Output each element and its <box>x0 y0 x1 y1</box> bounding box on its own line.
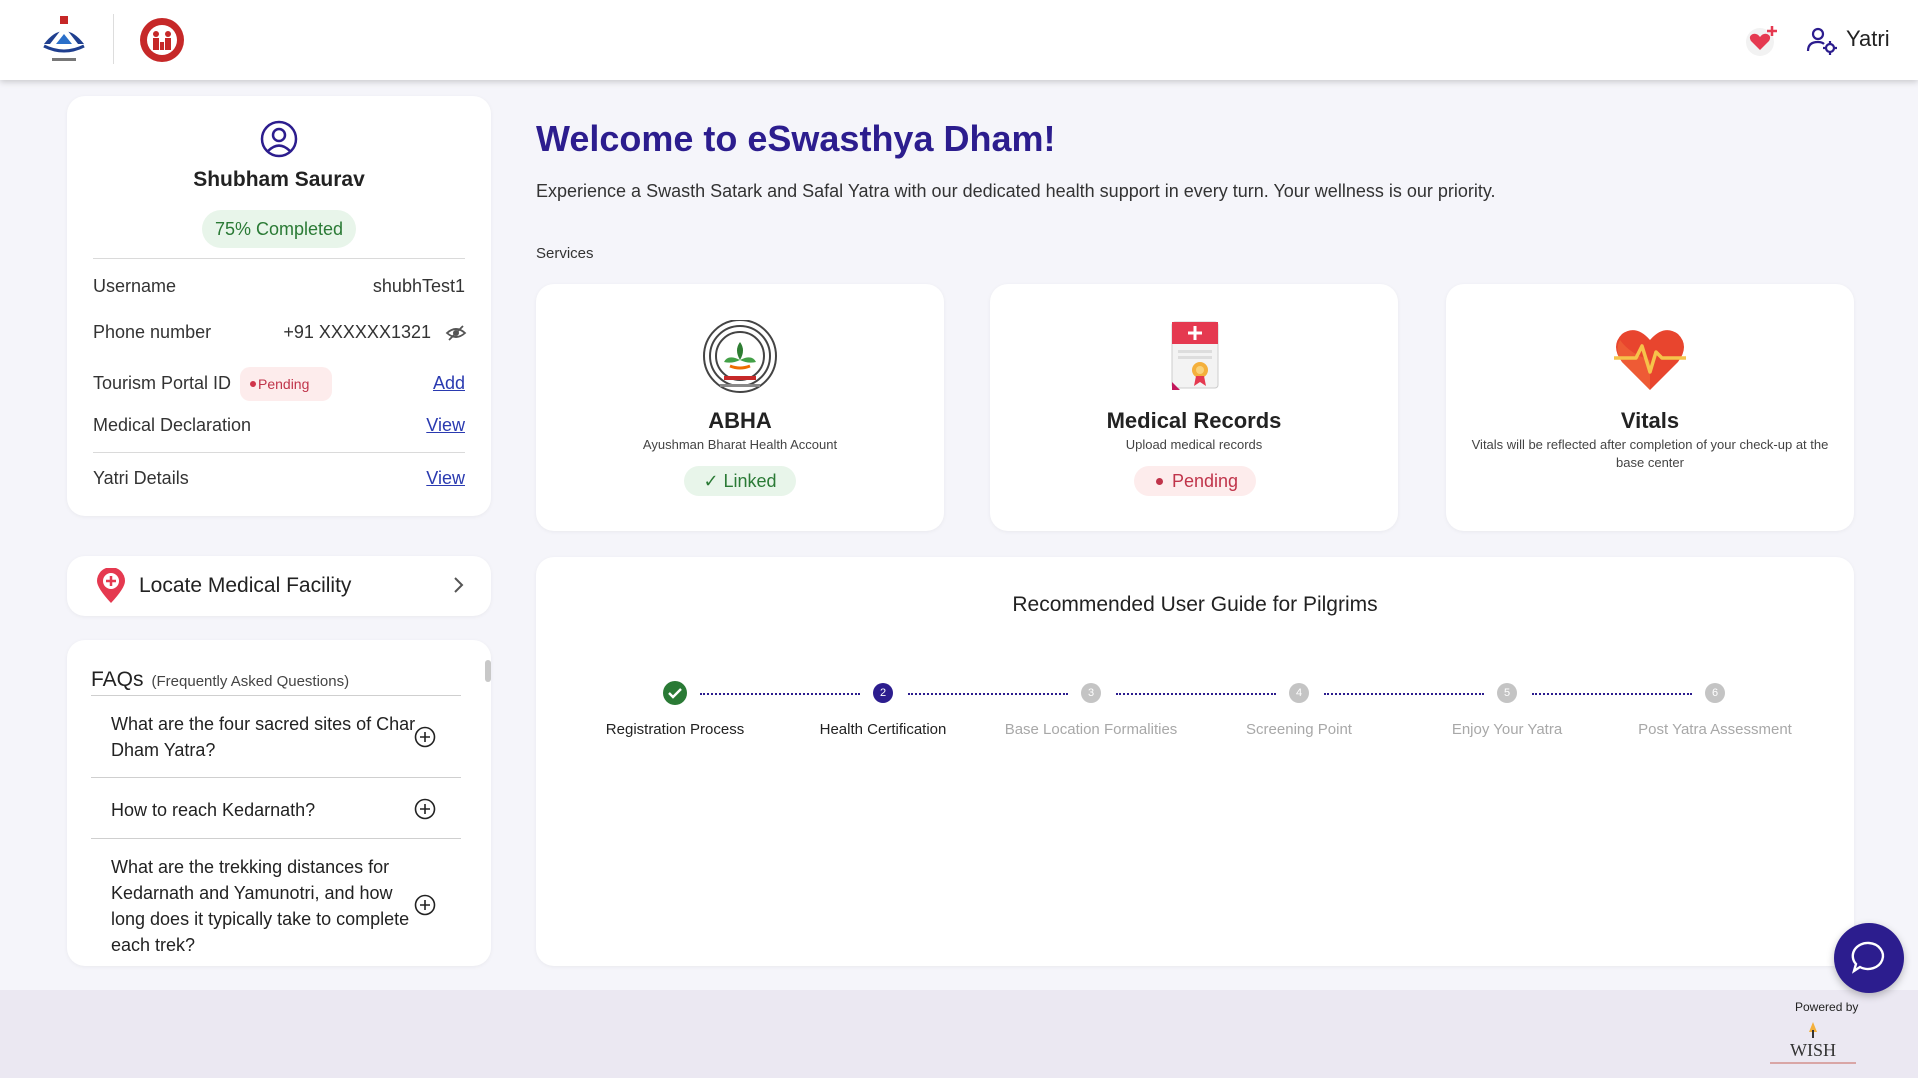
username-label: Username <box>93 276 177 296</box>
medical-records-pending-badge: Pending <box>1134 466 1256 496</box>
faq-card: FAQs (Frequently Asked Questions) What ar… <box>67 640 491 966</box>
guide-step-registration[interactable]: Registration Process <box>575 679 775 738</box>
vitals-subtitle: Vitals will be reflected after completio… <box>1471 437 1829 470</box>
faq-title: FAQs <box>91 668 144 691</box>
service-card-abha[interactable]: ABHA Ayushman Bharat Health Account ✓ Li… <box>536 284 944 531</box>
phone-value: +91 XXXXXX1321 <box>283 322 431 342</box>
plus-circle-icon[interactable] <box>414 798 436 820</box>
check-circle-icon <box>663 681 687 705</box>
step-number-text: 5 <box>1497 683 1517 703</box>
yatri-details-label: Yatri Details <box>93 468 189 488</box>
service-card-vitals[interactable]: Vitals Vitals will be reflected after co… <box>1446 284 1854 531</box>
step-number-text: 2 <box>873 683 893 703</box>
abha-linked-badge: ✓ Linked <box>684 466 796 496</box>
faq-question-2[interactable]: How to reach Kedarnath? <box>111 797 423 823</box>
abha-logo-icon <box>703 320 777 393</box>
welcome-subtitle: Experience a Swasth Satark and Safal Yat… <box>536 181 1496 201</box>
service-card-medical-records[interactable]: Medical Records Upload medical records P… <box>990 284 1398 531</box>
user-role-label[interactable]: Yatri <box>1846 26 1890 52</box>
medical-record-icon <box>1171 321 1219 390</box>
eye-off-icon[interactable] <box>445 322 467 344</box>
divider <box>93 258 465 259</box>
step-number: 5 <box>1493 679 1521 707</box>
profile-name: Shubham Saurav <box>193 168 365 191</box>
medical-declaration-view-link[interactable]: View <box>426 415 465 436</box>
step-number: 2 <box>869 679 897 707</box>
profile-card: Shubham Saurav 75% Completed Username sh… <box>67 96 491 516</box>
top-header: Yatri <box>0 0 1918 80</box>
medical-declaration-label: Medical Declaration <box>93 415 252 435</box>
heart-pulse-icon <box>1614 330 1686 390</box>
divider <box>93 452 465 453</box>
chevron-right-icon <box>454 577 464 593</box>
svg-text:WISH: WISH <box>1790 1040 1836 1060</box>
user-gear-icon[interactable] <box>1806 24 1838 56</box>
step-label: Registration Process <box>605 721 745 738</box>
abha-title: ABHA <box>708 408 772 433</box>
medical-records-subtitle: Upload medical records <box>1125 437 1263 452</box>
medical-records-title: Medical Records <box>1106 408 1282 433</box>
faq-question-3[interactable]: What are the trekking distances for Keda… <box>111 854 423 958</box>
step-label: Screening Point <box>1246 721 1352 738</box>
step-label: Enjoy Your Yatra <box>1451 721 1563 738</box>
footer <box>0 990 1918 1078</box>
step-number: 3 <box>1077 679 1105 707</box>
welcome-title: Welcome to eSwasthya Dham! <box>536 118 1056 159</box>
abha-subtitle: Ayushman Bharat Health Account <box>642 437 838 452</box>
faq-scrollbar[interactable] <box>485 660 491 682</box>
phone-label: Phone number <box>93 322 212 342</box>
locate-label: Locate Medical Facility <box>139 574 352 597</box>
divider <box>91 695 461 696</box>
faq-question-1[interactable]: What are the four sacred sites of Char D… <box>111 711 423 763</box>
chat-bubble-icon <box>1851 941 1885 974</box>
vitals-title: Vitals <box>1620 408 1680 433</box>
logo-divider <box>113 14 114 64</box>
chat-button[interactable] <box>1834 923 1904 993</box>
step-label: Post Yatra Assessment <box>1638 721 1792 738</box>
services-label: Services <box>536 245 594 262</box>
username-value: shubhTest1 <box>372 276 465 296</box>
yatri-details-view-link[interactable]: View <box>426 468 465 489</box>
guide-step-post-yatra[interactable]: 6 Post Yatra Assessment <box>1615 679 1815 738</box>
faq-subtitle: (Frequently Asked Questions) <box>151 673 350 690</box>
step-number-text: 6 <box>1705 683 1725 703</box>
step-label: Health Certification <box>819 721 947 738</box>
tourism-pending-badge: Pending <box>240 367 332 401</box>
faq-heading: FAQs (Frequently Asked Questions) <box>91 668 349 692</box>
uttarakhand-logo[interactable] <box>38 14 90 66</box>
step-number-text: 4 <box>1289 683 1309 703</box>
guide-step-health-certification[interactable]: 2 Health Certification <box>783 679 983 738</box>
wish-logo: WISH <box>1770 1022 1856 1064</box>
user-guide-card: Recommended User Guide for Pilgrims Regi… <box>536 557 1854 966</box>
user-avatar-icon <box>260 120 298 158</box>
plus-circle-icon[interactable] <box>414 726 436 748</box>
location-pin-icon <box>97 568 125 603</box>
tourism-label: Tourism Portal ID <box>93 373 232 393</box>
guide-step-screening-point[interactable]: 4 Screening Point <box>1199 679 1399 738</box>
heart-plus-icon[interactable] <box>1744 22 1780 58</box>
tourism-add-link[interactable]: Add <box>433 373 465 394</box>
powered-by-label: Powered by <box>1795 1000 1859 1014</box>
step-number-text: 3 <box>1081 683 1101 703</box>
step-check-icon <box>661 679 689 707</box>
step-number: 6 <box>1701 679 1729 707</box>
completion-badge: 75% Completed <box>202 210 356 248</box>
guide-step-base-location[interactable]: 3 Base Location Formalities <box>991 679 1191 738</box>
guide-step-enjoy-yatra[interactable]: 5 Enjoy Your Yatra <box>1407 679 1607 738</box>
plus-circle-icon[interactable] <box>414 894 436 916</box>
divider <box>91 777 461 778</box>
nhm-logo[interactable] <box>126 12 196 68</box>
locate-medical-facility-button[interactable]: Locate Medical Facility <box>67 556 491 616</box>
divider <box>91 838 461 839</box>
step-number: 4 <box>1285 679 1313 707</box>
guide-title: Recommended User Guide for Pilgrims <box>1012 593 1378 616</box>
step-label: Base Location Formalities <box>1004 721 1178 738</box>
